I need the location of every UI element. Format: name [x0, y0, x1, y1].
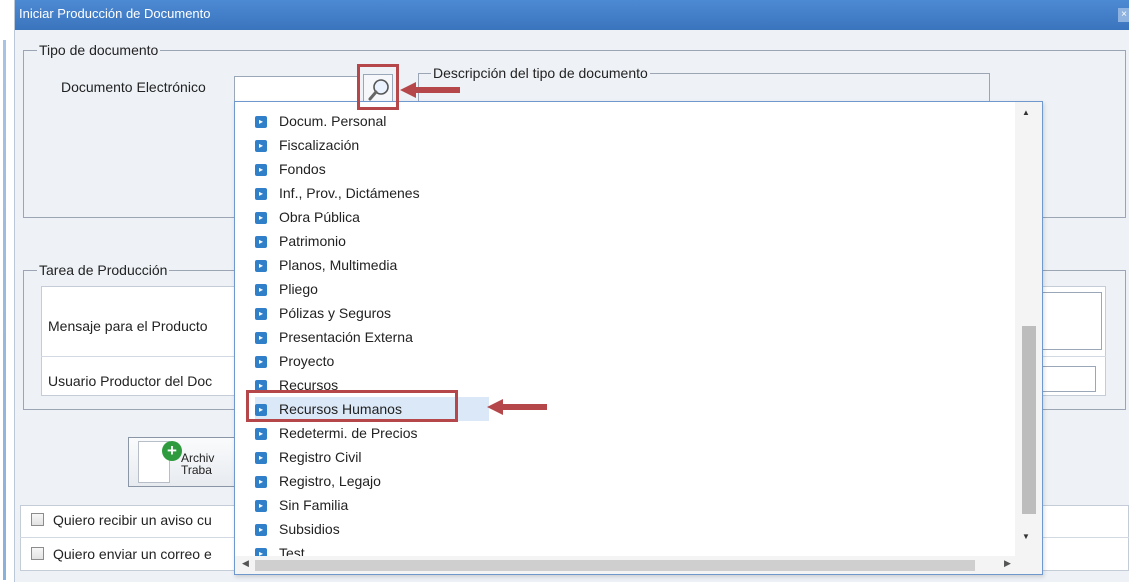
dropdown-item[interactable]: ▸ Pliego	[255, 277, 489, 301]
dropdown-item[interactable]: ▸ Registro, Legajo	[255, 469, 489, 493]
dropdown-item-label: Registro, Legajo	[279, 473, 381, 489]
blue-arrow-icon: ▸	[255, 356, 267, 368]
tarea-produccion-legend: Tarea de Producción	[37, 262, 170, 278]
dropdown-item-label: Obra Pública	[279, 209, 360, 225]
dropdown-item[interactable]: ▸ Planos, Multimedia	[255, 253, 489, 277]
blue-arrow-icon: ▸	[255, 476, 267, 488]
correo-checkbox[interactable]	[31, 547, 44, 560]
scroll-left-icon[interactable]: ◀	[242, 558, 249, 569]
archivos-button-label-line2: Traba	[181, 463, 212, 477]
blue-arrow-icon: ▸	[255, 428, 267, 440]
dropdown-item[interactable]: ▸ Redetermi. de Precios	[255, 421, 489, 445]
dropdown-item[interactable]: ▸ Registro Civil	[255, 445, 489, 469]
descripcion-legend: Descripción del tipo de documento	[431, 65, 650, 81]
tipo-documento-dropdown[interactable]: ▸ Docum. Personal ▸ Fiscalización ▸ Fondos ▸ In…	[234, 101, 1043, 575]
blue-arrow-icon: ▸	[255, 500, 267, 512]
blue-arrow-icon: ▸	[255, 140, 267, 152]
correo-checkbox-label: Quiero enviar un correo e	[53, 546, 212, 562]
aviso-checkbox-label: Quiero recibir un aviso cu	[53, 512, 212, 528]
dropdown-item[interactable]: ▸ Inf., Prov., Dictámenes	[255, 181, 489, 205]
usuario-productor-label: Usuario Productor del Doc	[48, 373, 213, 389]
dialog-title: Iniciar Producción de Documento	[19, 6, 211, 21]
scroll-right-icon[interactable]: ▶	[1004, 558, 1011, 569]
dropdown-item-label: Planos, Multimedia	[279, 257, 398, 273]
documento-electronico-label: Documento Electrónico	[61, 79, 206, 95]
dropdown-item-label: Test	[279, 545, 305, 556]
dropdown-item-label: Pliego	[279, 281, 318, 297]
dropdown-item-label: Proyecto	[279, 353, 335, 369]
dropdown-item[interactable]: ▸ Docum. Personal	[255, 109, 489, 133]
window-edge	[3, 40, 6, 580]
dialog-titlebar: Iniciar Producción de Documento ×	[15, 0, 1129, 30]
blue-arrow-icon: ▸	[255, 452, 267, 464]
dropdown-item[interactable]: ▸ Proyecto	[255, 349, 489, 373]
blue-arrow-icon: ▸	[255, 284, 267, 296]
tipo-documento-legend: Tipo de documento	[37, 42, 161, 58]
dropdown-item[interactable]: ▸ Obra Pública	[255, 205, 489, 229]
dropdown-item-label: Presentación Externa	[279, 329, 413, 345]
dropdown-list: ▸ Docum. Personal ▸ Fiscalización ▸ Fondos ▸ In…	[235, 102, 1015, 556]
blue-arrow-icon: ▸	[255, 308, 267, 320]
dropdown-item[interactable]: ▸ Fiscalización	[255, 133, 489, 157]
documento-electronico-input[interactable]	[234, 76, 360, 102]
dropdown-item-label: Inf., Prov., Dictámenes	[279, 185, 420, 201]
search-button-highlight	[357, 64, 399, 110]
aviso-checkbox[interactable]	[31, 513, 44, 526]
dropdown-item[interactable]: ▸ Pólizas y Seguros	[255, 301, 489, 325]
dropdown-item-label: Registro Civil	[279, 449, 362, 465]
arrow-icon	[487, 399, 547, 415]
scroll-down-icon[interactable]: ▼	[1022, 532, 1030, 541]
close-icon[interactable]: ×	[1118, 8, 1129, 22]
scroll-up-icon[interactable]: ▲	[1022, 108, 1030, 117]
blue-arrow-icon: ▸	[255, 260, 267, 272]
dropdown-item-label: Subsidios	[279, 521, 340, 537]
vertical-scroll-thumb[interactable]	[1022, 326, 1036, 514]
dropdown-item[interactable]: ▸ Test	[255, 541, 489, 556]
blue-arrow-icon: ▸	[255, 212, 267, 224]
blue-arrow-icon: ▸	[255, 332, 267, 344]
dropdown-item-label: Docum. Personal	[279, 113, 387, 129]
dropdown-item-label: Fiscalización	[279, 137, 360, 153]
blue-arrow-icon: ▸	[255, 164, 267, 176]
blue-arrow-icon: ▸	[255, 524, 267, 536]
blue-arrow-icon: ▸	[255, 116, 267, 128]
mensaje-label: Mensaje para el Producto	[48, 318, 208, 334]
horizontal-scroll-thumb[interactable]	[255, 560, 975, 571]
blue-arrow-icon: ▸	[255, 548, 267, 556]
dropdown-item-label: Pólizas y Seguros	[279, 305, 392, 321]
dropdown-item-label: Fondos	[279, 161, 326, 177]
add-icon: +	[162, 441, 182, 461]
dropdown-item[interactable]: ▸ Subsidios	[255, 517, 489, 541]
dropdown-item[interactable]: ▸ Patrimonio	[255, 229, 489, 253]
dropdown-item-label: Redetermi. de Precios	[279, 425, 418, 441]
dropdown-item[interactable]: ▸ Sin Familia	[255, 493, 489, 517]
dropdown-item-label: Sin Familia	[279, 497, 349, 513]
dropdown-item-label: Patrimonio	[279, 233, 346, 249]
arrow-icon	[400, 82, 460, 98]
blue-arrow-icon: ▸	[255, 236, 267, 248]
blue-arrow-icon: ▸	[255, 188, 267, 200]
recursos-humanos-highlight	[246, 390, 458, 422]
dropdown-item[interactable]: ▸ Fondos	[255, 157, 489, 181]
dropdown-item[interactable]: ▸ Presentación Externa	[255, 325, 489, 349]
